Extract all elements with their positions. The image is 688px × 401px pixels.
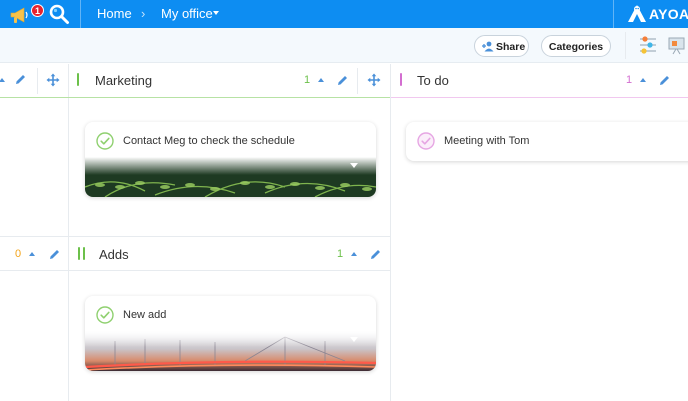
- task-card[interactable]: New add: [85, 296, 376, 371]
- presentation-icon: [668, 37, 685, 55]
- breadcrumb-current[interactable]: My office: [161, 6, 213, 21]
- column-title[interactable]: Marketing: [95, 73, 152, 88]
- header-divider: [37, 68, 38, 94]
- card-title: New add: [123, 309, 167, 321]
- left-row-header: 0: [0, 237, 68, 270]
- pencil-icon[interactable]: [658, 74, 671, 87]
- column-count: 1: [337, 248, 344, 260]
- pencil-icon[interactable]: [14, 73, 27, 86]
- board-toolbar: Share Categories: [0, 28, 688, 63]
- column-title[interactable]: To do: [417, 73, 449, 88]
- fern-leaves-image: [85, 157, 376, 197]
- column-count: 1: [304, 74, 311, 86]
- row-header-border: [0, 270, 390, 271]
- column-count: 0: [15, 248, 22, 260]
- filter-button[interactable]: [638, 35, 658, 55]
- breadcrumb-separator: ›: [141, 6, 146, 21]
- task-card[interactable]: Contact Meg to check the schedule: [85, 122, 376, 197]
- topbar-divider: [80, 0, 81, 28]
- view-options-button[interactable]: [666, 35, 686, 55]
- card-title: Meeting with Tom: [444, 135, 530, 147]
- chevron-down-icon[interactable]: [213, 11, 219, 15]
- categories-button[interactable]: Categories: [541, 35, 611, 57]
- ayoa-logo-icon: [628, 5, 646, 22]
- collapse-icon[interactable]: [0, 78, 5, 82]
- breadcrumb-home[interactable]: Home: [97, 6, 132, 21]
- top-bar: 1 Home › My office AYOA: [0, 0, 688, 28]
- move-icon[interactable]: [46, 73, 60, 87]
- bridge-sunset-image: [85, 331, 376, 371]
- header-divider: [357, 68, 358, 94]
- column-title[interactable]: Adds: [99, 247, 129, 262]
- chevron-down-icon[interactable]: [350, 337, 358, 342]
- check-circle-icon[interactable]: [96, 306, 114, 324]
- chevron-down-icon[interactable]: [350, 163, 358, 168]
- left-column-header: [0, 64, 68, 97]
- collapse-icon[interactable]: [351, 252, 357, 256]
- column-header-adds: Adds 1: [69, 237, 390, 270]
- collapse-icon[interactable]: [640, 78, 646, 82]
- notification-badge: 1: [31, 4, 44, 17]
- categories-button-label: Categories: [548, 41, 604, 53]
- notifications-button[interactable]: 1: [9, 4, 44, 24]
- column-count: 1: [626, 74, 633, 86]
- task-card[interactable]: Meeting with Tom: [406, 122, 688, 161]
- column-header-marketing: Marketing 1: [69, 64, 390, 97]
- check-circle-icon[interactable]: [417, 132, 435, 150]
- pencil-icon[interactable]: [369, 248, 382, 261]
- search-icon: [49, 4, 69, 24]
- column-accent: [83, 247, 85, 260]
- megaphone-icon: [10, 7, 28, 23]
- share-button[interactable]: Share: [474, 35, 529, 57]
- row-header-border: [0, 97, 390, 98]
- column-header-todo: To do 1: [391, 64, 688, 97]
- add-user-icon: [482, 41, 494, 52]
- share-button-label: Share: [496, 41, 526, 53]
- logo-text: AYOA: [649, 6, 688, 22]
- search-button[interactable]: [48, 3, 70, 25]
- row-header-border: [391, 97, 688, 98]
- collapse-icon[interactable]: [318, 78, 324, 82]
- column-divider: [68, 64, 69, 401]
- move-icon[interactable]: [367, 73, 381, 87]
- check-circle-icon[interactable]: [96, 132, 114, 150]
- column-accent: [77, 73, 79, 86]
- pencil-icon[interactable]: [336, 74, 349, 87]
- column-accent: [78, 247, 80, 260]
- column-accent: [400, 73, 402, 86]
- sliders-icon: [640, 36, 656, 54]
- card-title: Contact Meg to check the schedule: [123, 135, 295, 147]
- ayoa-logo[interactable]: AYOA: [613, 0, 688, 28]
- column-divider: [390, 64, 391, 401]
- pencil-icon[interactable]: [48, 248, 61, 261]
- collapse-icon[interactable]: [29, 252, 35, 256]
- toolbar-divider: [625, 32, 626, 59]
